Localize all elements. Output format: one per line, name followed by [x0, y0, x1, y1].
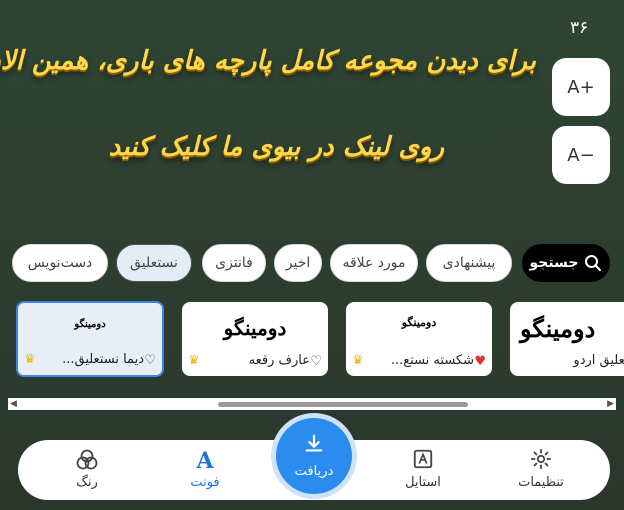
- nav-font-label: فونت: [190, 475, 220, 490]
- nav-settings[interactable]: تنظیمات: [496, 448, 586, 490]
- scroll-right-arrow-icon[interactable]: ▶: [607, 398, 614, 410]
- search-button[interactable]: جستجو: [522, 244, 610, 282]
- increase-size-button[interactable]: A+: [552, 58, 610, 116]
- font-card[interactable]: دومینگو ♡ عارف رقعه ♛: [182, 302, 328, 376]
- chip-handwriting[interactable]: دست‌نویس: [12, 244, 108, 282]
- crown-icon: ♛: [24, 352, 36, 367]
- search-icon: [585, 255, 602, 271]
- nav-style-label: استایل: [405, 475, 441, 490]
- receive-button-label: دریافت: [294, 464, 334, 479]
- search-button-label: جستجو: [529, 255, 579, 271]
- download-icon: [303, 433, 325, 460]
- font-sample: دومینگو: [223, 316, 287, 340]
- chip-recent[interactable]: اخیر: [274, 244, 322, 282]
- font-card[interactable]: دومینگو نستعلیق اردو: [510, 302, 624, 376]
- heart-filled-icon[interactable]: ♥: [474, 354, 486, 369]
- gear-icon: [496, 448, 586, 474]
- preview-text-line-1: برای دیدن مجوعه کامل پارچه های باری، همی…: [0, 46, 536, 76]
- chip-fantasy[interactable]: فانتزی: [202, 244, 266, 282]
- font-sample: دومینگو: [520, 314, 596, 343]
- decrease-size-button[interactable]: A−: [552, 126, 610, 184]
- color-circles-icon: [42, 448, 132, 474]
- heart-outline-icon[interactable]: ♡: [144, 353, 156, 368]
- nav-color[interactable]: رنگ: [42, 448, 132, 490]
- font-name: نستعلیق اردو: [573, 353, 624, 368]
- font-card[interactable]: دومینگو ♡ دیما نستعلیق... ♛: [16, 301, 164, 377]
- crown-icon: ♛: [188, 353, 200, 368]
- font-list: دومینگو نستعلیق اردو دومینگو ♥ شکسته نست…: [0, 301, 624, 377]
- crown-icon: ♛: [352, 353, 364, 368]
- scroll-left-arrow-icon[interactable]: ◀: [10, 398, 17, 410]
- font-sample: دومینگو: [74, 319, 106, 330]
- chip-nastaliq[interactable]: نستعلیق: [116, 244, 192, 282]
- category-chips: جستجو پیشنهادی مورد علاقه اخیر فانتزی نس…: [0, 244, 624, 284]
- font-sample: دومینگو: [401, 316, 437, 329]
- style-icon: [378, 448, 468, 474]
- font-card[interactable]: دومینگو ♥ شکسته نستع... ♛: [346, 302, 492, 376]
- preview-text-line-2: روی لینک در بیوی ما کلیک کنید: [108, 132, 444, 162]
- nav-font[interactable]: A فونت: [160, 448, 250, 490]
- horizontal-scrollbar[interactable]: ◀ ▶: [8, 398, 616, 410]
- font-name: دیما نستعلیق...: [62, 352, 144, 367]
- chip-favorites[interactable]: مورد علاقه: [330, 244, 418, 282]
- receive-button[interactable]: دریافت: [276, 418, 352, 494]
- nav-settings-label: تنظیمات: [518, 475, 564, 490]
- chip-suggested[interactable]: پیشنهادی: [426, 244, 512, 282]
- nav-color-label: رنگ: [76, 475, 98, 490]
- heart-outline-icon[interactable]: ♡: [310, 354, 322, 369]
- font-name: عارف رقعه: [248, 353, 310, 368]
- character-counter: ۳۶: [570, 18, 589, 38]
- scrollbar-thumb[interactable]: [218, 402, 468, 407]
- font-name: شکسته نستع...: [390, 353, 474, 368]
- font-icon: A: [196, 448, 214, 474]
- nav-style[interactable]: استایل: [378, 448, 468, 490]
